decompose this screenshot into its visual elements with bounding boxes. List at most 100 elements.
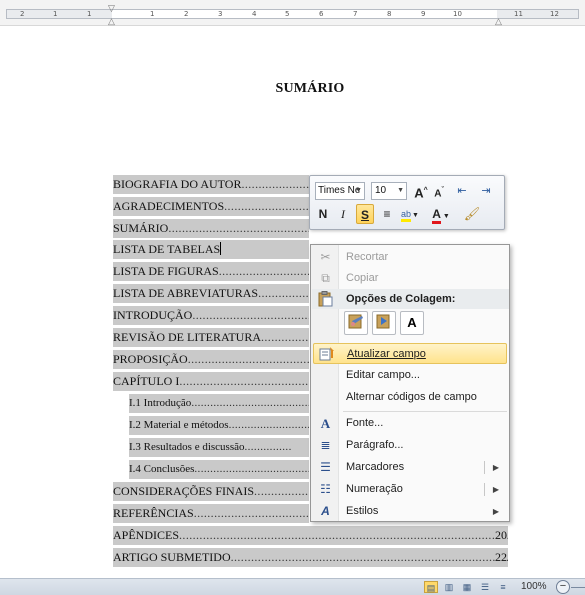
font-size-box[interactable]: 10 ▼ bbox=[371, 182, 407, 200]
menu-item-numbering[interactable]: ☷ Numeração ▶ bbox=[313, 479, 507, 500]
scissors-icon: ✂ bbox=[320, 250, 331, 264]
mini-toolbar: Times Ne ▼ 10 ▼ A^ Aˇ ⇤ ⇥ N I S ≡ ab▼ A ▼ 🖌 bbox=[309, 175, 505, 230]
draft-view-button[interactable]: ≡ bbox=[496, 581, 510, 593]
toc-entry[interactable]: I.4 Conclusões..........................… bbox=[129, 460, 309, 479]
outline-view-button[interactable]: ☰ bbox=[478, 581, 492, 593]
toc-entry[interactable]: BIOGRAFIA DO AUTOR......................… bbox=[113, 175, 309, 194]
toc-entry[interactable]: CAPÍTULO I..............................… bbox=[113, 372, 309, 391]
font-color-button[interactable]: A ▼ bbox=[428, 204, 454, 224]
toc-entry-text: AGRADECIMENTOS bbox=[113, 199, 225, 213]
menu-separator bbox=[343, 411, 507, 412]
minus-icon: − bbox=[559, 580, 567, 592]
toc-entry[interactable]: REFERÊNCIAS.............................… bbox=[113, 504, 309, 523]
toc-entry[interactable]: ARTIGO SUBMETIDO........................… bbox=[113, 548, 508, 567]
bold-icon: N bbox=[318, 207, 328, 221]
ruler-number: 8 bbox=[387, 10, 392, 18]
toc-entry[interactable]: I.2 Material e métodos..................… bbox=[129, 416, 309, 435]
toc-entry[interactable]: APÊNDICES...............................… bbox=[113, 526, 508, 545]
toc-entry-text: INTRODUÇÃO bbox=[113, 308, 193, 322]
full-screen-reading-view-button[interactable]: ▥ bbox=[442, 581, 456, 593]
menu-item-update-field[interactable]: Atualizar campo bbox=[313, 343, 507, 364]
toc-entry-text: APÊNDICES bbox=[113, 528, 180, 542]
toc-entry[interactable]: SUMÁRIO.................................… bbox=[113, 219, 309, 238]
submenu-arrow-icon[interactable]: ▶ bbox=[493, 457, 499, 478]
menu-item-label: Alternar códigos de campo bbox=[346, 391, 477, 403]
toc-entry-text: LISTA DE TABELAS bbox=[113, 242, 221, 256]
menu-item-font[interactable]: A Fonte... bbox=[313, 413, 507, 434]
menu-item-edit-field[interactable]: Editar campo... bbox=[313, 365, 507, 386]
menu-item-cut[interactable]: ✂ Recortar bbox=[313, 247, 507, 268]
dot-leader: ........................................… bbox=[194, 463, 309, 475]
bold-button[interactable]: N bbox=[315, 204, 331, 224]
paste-options-label: Opções de Colagem: bbox=[346, 293, 456, 305]
highlight-color-button[interactable]: ab▼ bbox=[398, 204, 422, 224]
toc-entry[interactable]: LISTA DE FIGURAS........................… bbox=[113, 262, 309, 281]
print-layout-icon: ▤ bbox=[426, 583, 436, 593]
font-name-box[interactable]: Times Ne ▼ bbox=[315, 182, 365, 200]
toc-entry-text: SUMÁRIO bbox=[113, 221, 169, 235]
dot-leader: ........................................… bbox=[192, 308, 309, 322]
decrease-indent-button[interactable]: ⇤ bbox=[452, 181, 472, 201]
toc-entry[interactable]: PROPOSIÇÃO..............................… bbox=[113, 350, 309, 369]
right-indent-marker[interactable]: △ bbox=[495, 17, 502, 26]
italic-button[interactable]: I bbox=[335, 204, 351, 224]
context-menu: ✂ Recortar ⧉ Copiar Opções de Colagem: A… bbox=[310, 244, 510, 522]
toc-page-number: 22 bbox=[495, 548, 507, 567]
horizontal-ruler[interactable]: 2 1 1 ▽ △ 1 2 3 4 5 6 7 8 9 10 △ 11 12 bbox=[0, 0, 585, 26]
menu-item-copy[interactable]: ⧉ Copiar bbox=[313, 268, 507, 289]
toc-entry-text: I.4 Conclusões bbox=[129, 463, 195, 475]
dot-leader: ........................................… bbox=[187, 352, 309, 366]
ruler-number: 11 bbox=[514, 10, 523, 18]
increase-indent-button[interactable]: ⇥ bbox=[476, 181, 496, 201]
toc-entry[interactable]: AGRADECIMENTOS..........................… bbox=[113, 197, 309, 216]
toc-entry[interactable]: LISTA DE TABELAS bbox=[113, 240, 309, 259]
zoom-out-button[interactable]: − bbox=[556, 580, 570, 594]
toc-entry-text: I.3 Resultados e discussão bbox=[129, 441, 245, 453]
ruler-number: 9 bbox=[421, 10, 426, 18]
format-painter-button[interactable]: 🖌 bbox=[462, 204, 482, 224]
toc-entry[interactable]: INTRODUÇÃO..............................… bbox=[113, 306, 309, 325]
menu-item-bullets[interactable]: ☰ Marcadores ▶ bbox=[313, 457, 507, 478]
toc-entry[interactable]: CONSIDERAÇÕES FINAIS....................… bbox=[113, 482, 309, 501]
submenu-arrow-icon[interactable]: ▶ bbox=[493, 479, 499, 500]
dot-leader: ............... bbox=[244, 441, 292, 453]
grow-font-button[interactable]: A^ bbox=[413, 181, 429, 201]
print-layout-view-button[interactable]: ▤ bbox=[424, 581, 438, 593]
ruler-number: 1 bbox=[150, 10, 155, 18]
highlighter-icon: ab bbox=[401, 209, 412, 222]
toc-entry-text: CAPÍTULO I bbox=[113, 374, 180, 388]
ruler-number: 2 bbox=[20, 10, 25, 18]
menu-item-label: Recortar bbox=[346, 251, 389, 263]
split-divider bbox=[484, 483, 485, 496]
toc-entry[interactable]: I.3 Resultados e discussão..............… bbox=[129, 438, 309, 457]
center-align-button[interactable]: ≡ bbox=[379, 204, 395, 224]
paste-merge-formatting-button[interactable] bbox=[372, 311, 396, 335]
toc-entry-text: I.1 Introdução bbox=[129, 397, 192, 409]
ruler-number: 10 bbox=[453, 10, 462, 18]
menu-item-paragraph[interactable]: ≣ Parágrafo... bbox=[313, 435, 507, 456]
zoom-level[interactable]: 100% bbox=[521, 580, 547, 594]
toc-entry[interactable]: LISTA DE ABREVIATURAS...................… bbox=[113, 284, 309, 303]
zoom-slider[interactable] bbox=[571, 587, 585, 588]
first-line-indent-marker[interactable]: ▽ bbox=[108, 4, 115, 13]
dot-leader: ........................................… bbox=[218, 264, 309, 278]
menu-item-toggle-field-codes[interactable]: Alternar códigos de campo bbox=[313, 387, 507, 408]
toc-entry[interactable]: I.1 Introdução..........................… bbox=[129, 394, 309, 413]
align-center-icon: ≡ bbox=[383, 207, 391, 221]
underline-button[interactable]: S bbox=[356, 204, 374, 224]
toc-entry-text: LISTA DE FIGURAS bbox=[113, 264, 219, 278]
dot-leader: ............................... bbox=[228, 419, 309, 431]
menu-item-styles[interactable]: A Estilos ▶ bbox=[313, 501, 507, 522]
grow-font-icon: A bbox=[414, 185, 424, 201]
menu-item-label: Atualizar campo bbox=[347, 348, 426, 360]
paste-text-only-button[interactable]: A bbox=[400, 311, 424, 335]
shrink-font-button[interactable]: Aˇ bbox=[431, 181, 447, 201]
submenu-arrow-icon: ▶ bbox=[492, 507, 499, 516]
italic-icon: I bbox=[341, 207, 345, 221]
ruler-number: 6 bbox=[319, 10, 324, 18]
paste-keep-formatting-button[interactable] bbox=[344, 311, 368, 335]
ruler-number: 4 bbox=[252, 10, 257, 18]
web-layout-view-button[interactable]: ▦ bbox=[460, 581, 474, 593]
left-indent-marker[interactable]: △ bbox=[108, 17, 115, 26]
toc-entry[interactable]: REVISÃO DE LITERATURA...................… bbox=[113, 328, 309, 347]
